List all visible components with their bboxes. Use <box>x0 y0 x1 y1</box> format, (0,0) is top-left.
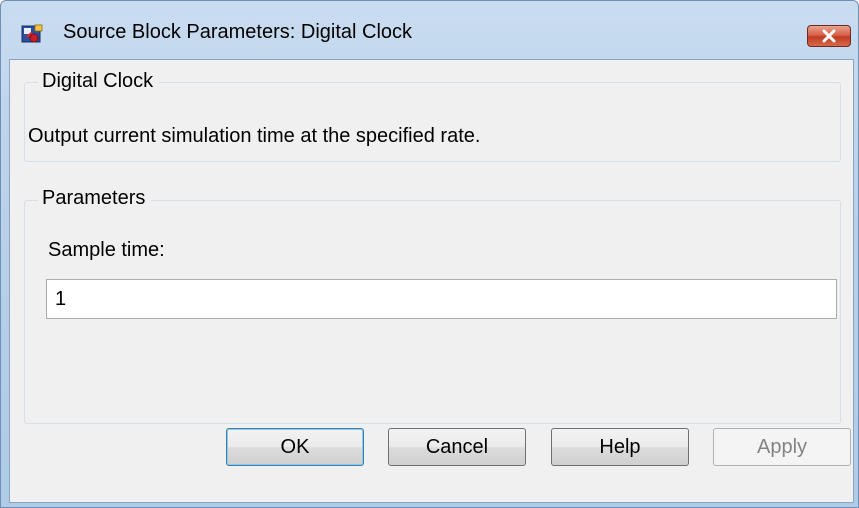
dialog-window: Source Block Parameters: Digital Clock D… <box>0 0 859 508</box>
ok-button[interactable]: OK <box>226 428 364 466</box>
close-icon <box>821 29 837 43</box>
window-title: Source Block Parameters: Digital Clock <box>63 21 413 43</box>
description-group <box>24 82 841 162</box>
title-bar[interactable]: Source Block Parameters: Digital Clock <box>1 1 858 47</box>
sample-time-input[interactable] <box>46 279 837 319</box>
apply-button[interactable]: Apply <box>713 428 851 466</box>
help-button[interactable]: Help <box>551 428 689 466</box>
close-button[interactable] <box>807 25 851 47</box>
parameters-group-label: Parameters <box>38 187 152 210</box>
cancel-button[interactable]: Cancel <box>388 428 526 466</box>
simulink-block-icon <box>21 23 43 45</box>
description-group-label: Digital Clock <box>38 70 160 93</box>
sample-time-label: Sample time: <box>48 239 165 261</box>
dialog-body: Digital Clock Output current simulation … <box>9 59 854 503</box>
block-description: Output current simulation time at the sp… <box>28 125 481 147</box>
